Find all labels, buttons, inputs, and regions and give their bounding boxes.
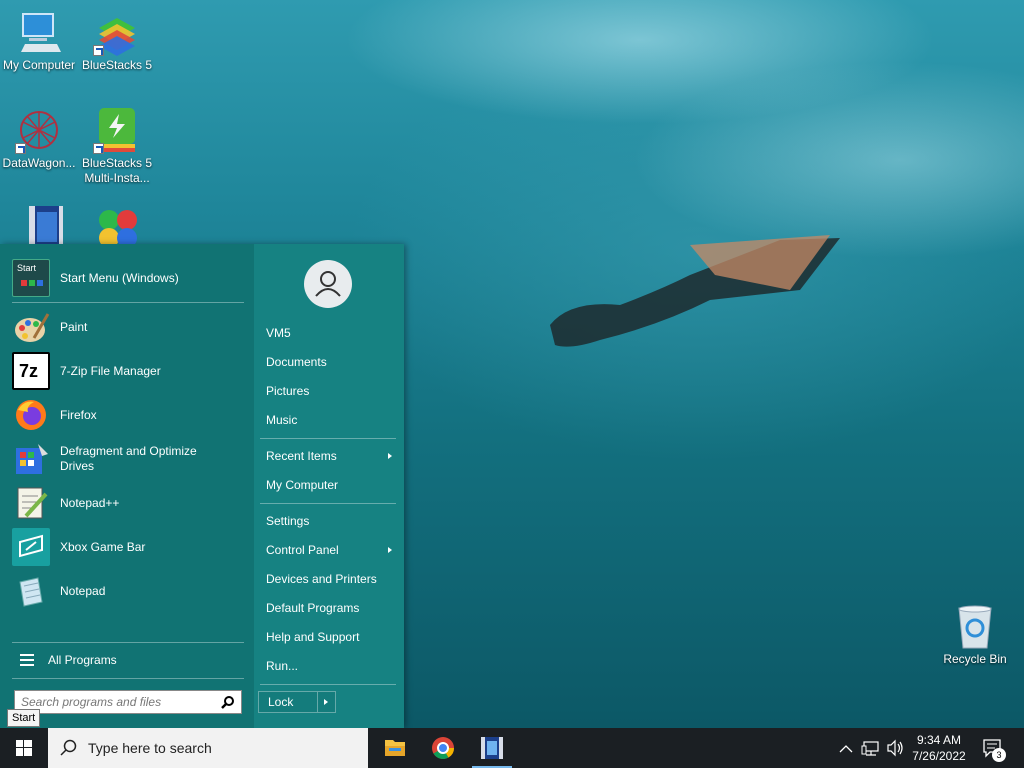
place-devices-and-printers[interactable]: Devices and Printers (266, 568, 396, 590)
network-icon[interactable] (861, 741, 879, 756)
program-label: Firefox (60, 407, 97, 422)
paint-icon (12, 308, 50, 346)
program-label: 7-Zip File Manager (60, 363, 161, 378)
desktop-icon-label: DataWagon... (2, 156, 76, 170)
volume-icon[interactable] (887, 739, 903, 757)
windows-logo-icon (16, 740, 32, 756)
program-item-defragment[interactable]: Defragment and Optimize Drives (12, 439, 248, 479)
program-label: Start Menu (Windows) (60, 270, 179, 285)
place-recent-items[interactable]: Recent Items (266, 445, 396, 467)
start-menu-programs-panel: Start Start Menu (Windows) Paint 7z 7-Zi… (0, 244, 254, 728)
program-label: Paint (60, 319, 88, 334)
start-button[interactable] (0, 728, 48, 768)
separator (12, 642, 244, 643)
desktop-icon-label: My Computer (2, 58, 76, 72)
separator (12, 302, 244, 303)
program-item-notepad[interactable]: Notepad (12, 571, 248, 611)
separator (260, 503, 396, 504)
program-label: Notepad++ (60, 495, 120, 510)
list-icon (20, 654, 34, 666)
start-menu-header-item[interactable]: Start Start Menu (Windows) (12, 258, 248, 298)
search-icon (60, 739, 77, 756)
start-menu: Start Start Menu (Windows) Paint 7z 7-Zi… (0, 244, 404, 728)
notepad-icon (12, 572, 50, 610)
taskbar-clock[interactable]: 9:34 AM 7/26/2022 (904, 732, 974, 764)
chrome-icon (432, 737, 454, 759)
firefox-icon (12, 396, 50, 434)
desktop-icon-label: Recycle Bin (943, 652, 1007, 666)
taskbar: Type here to search 9:34 AM 7/26/2022 3 (0, 728, 1024, 768)
xbox-game-bar-icon (12, 528, 50, 566)
place-settings[interactable]: Settings (266, 510, 396, 532)
program-label: Notepad (60, 583, 106, 598)
place-user-folder[interactable]: VM5 (266, 322, 396, 344)
desktop-icon-my-computer[interactable]: My Computer (0, 8, 78, 73)
desktop-icon-datawagon[interactable]: DataWagon... (0, 106, 78, 171)
start-menu-search-input[interactable]: Search programs and files (14, 690, 242, 714)
shortcut-arrow-icon (93, 45, 104, 56)
7zip-icon: 7z (12, 352, 50, 390)
search-icon (221, 696, 234, 709)
taskbar-chrome[interactable] (419, 728, 467, 768)
desktop-icon-bluestacks[interactable]: BlueStacks 5 (78, 8, 156, 73)
place-control-panel[interactable]: Control Panel (266, 539, 396, 561)
desktop-icon-bluestacks-multi[interactable]: BlueStacks 5 Multi-Insta... (78, 106, 156, 186)
program-item-xbox-game-bar[interactable]: Xbox Game Bar (12, 527, 248, 567)
chevron-right-icon (388, 453, 392, 459)
place-run[interactable]: Run... (266, 655, 396, 677)
separator (260, 684, 396, 685)
power-options-arrow-icon[interactable] (324, 699, 328, 705)
notification-count-badge: 3 (992, 748, 1006, 762)
taskbar-file-explorer[interactable] (371, 728, 419, 768)
lock-label: Lock (268, 695, 294, 709)
all-programs-button[interactable]: All Programs (14, 648, 250, 672)
recycle-bin-icon (951, 602, 999, 650)
desktop-icon-label: BlueStacks 5 Multi-Insta... (81, 156, 153, 185)
divider (317, 692, 318, 712)
shortcut-arrow-icon (15, 143, 26, 154)
program-item-7zip[interactable]: 7z 7-Zip File Manager (12, 351, 248, 391)
system-tray (836, 728, 906, 768)
clock-time: 9:34 AM (916, 733, 962, 747)
start-menu-places-panel: VM5 Documents Pictures Music Recent Item… (254, 244, 404, 728)
notepadpp-icon (12, 484, 50, 522)
action-center-button[interactable]: 3 (978, 736, 1008, 762)
separator (12, 678, 244, 679)
desktop-icon-label: BlueStacks 5 (81, 58, 153, 72)
program-label: Defragment and Optimize Drives (60, 444, 197, 473)
taskbar-search-box[interactable]: Type here to search (48, 728, 368, 768)
all-programs-label: All Programs (48, 653, 117, 667)
program-item-firefox[interactable]: Firefox (12, 395, 248, 435)
place-documents[interactable]: Documents (266, 351, 396, 373)
datawagon-icon (15, 106, 63, 154)
start-tooltip: Start (7, 709, 41, 727)
video-app-icon (481, 737, 503, 759)
shortcut-arrow-icon (93, 143, 104, 154)
place-music[interactable]: Music (266, 409, 396, 431)
user-icon (315, 271, 341, 297)
place-help-and-support[interactable]: Help and Support (266, 626, 396, 648)
chevron-right-icon (388, 547, 392, 553)
place-pictures[interactable]: Pictures (266, 380, 396, 402)
program-item-notepadpp[interactable]: Notepad++ (12, 483, 248, 523)
separator (260, 438, 396, 439)
show-hidden-icons-icon[interactable] (839, 745, 853, 753)
bluestacks-icon (93, 8, 141, 56)
defragment-icon (12, 440, 50, 478)
bluestacks-multi-instance-icon (93, 106, 141, 154)
start-menu-app-icon: Start (12, 259, 50, 297)
program-item-paint[interactable]: Paint (12, 307, 248, 347)
diver-image (550, 235, 840, 347)
desktop-icon-recycle-bin[interactable]: Recycle Bin (936, 602, 1014, 667)
program-label: Xbox Game Bar (60, 539, 146, 554)
lock-button[interactable]: Lock (258, 691, 336, 713)
file-explorer-icon (385, 740, 405, 756)
place-default-programs[interactable]: Default Programs (266, 597, 396, 619)
user-avatar[interactable] (304, 260, 352, 308)
computer-icon (15, 8, 63, 56)
place-my-computer[interactable]: My Computer (266, 474, 396, 496)
clock-date: 7/26/2022 (912, 749, 966, 763)
taskbar-video-app[interactable] (468, 728, 516, 768)
